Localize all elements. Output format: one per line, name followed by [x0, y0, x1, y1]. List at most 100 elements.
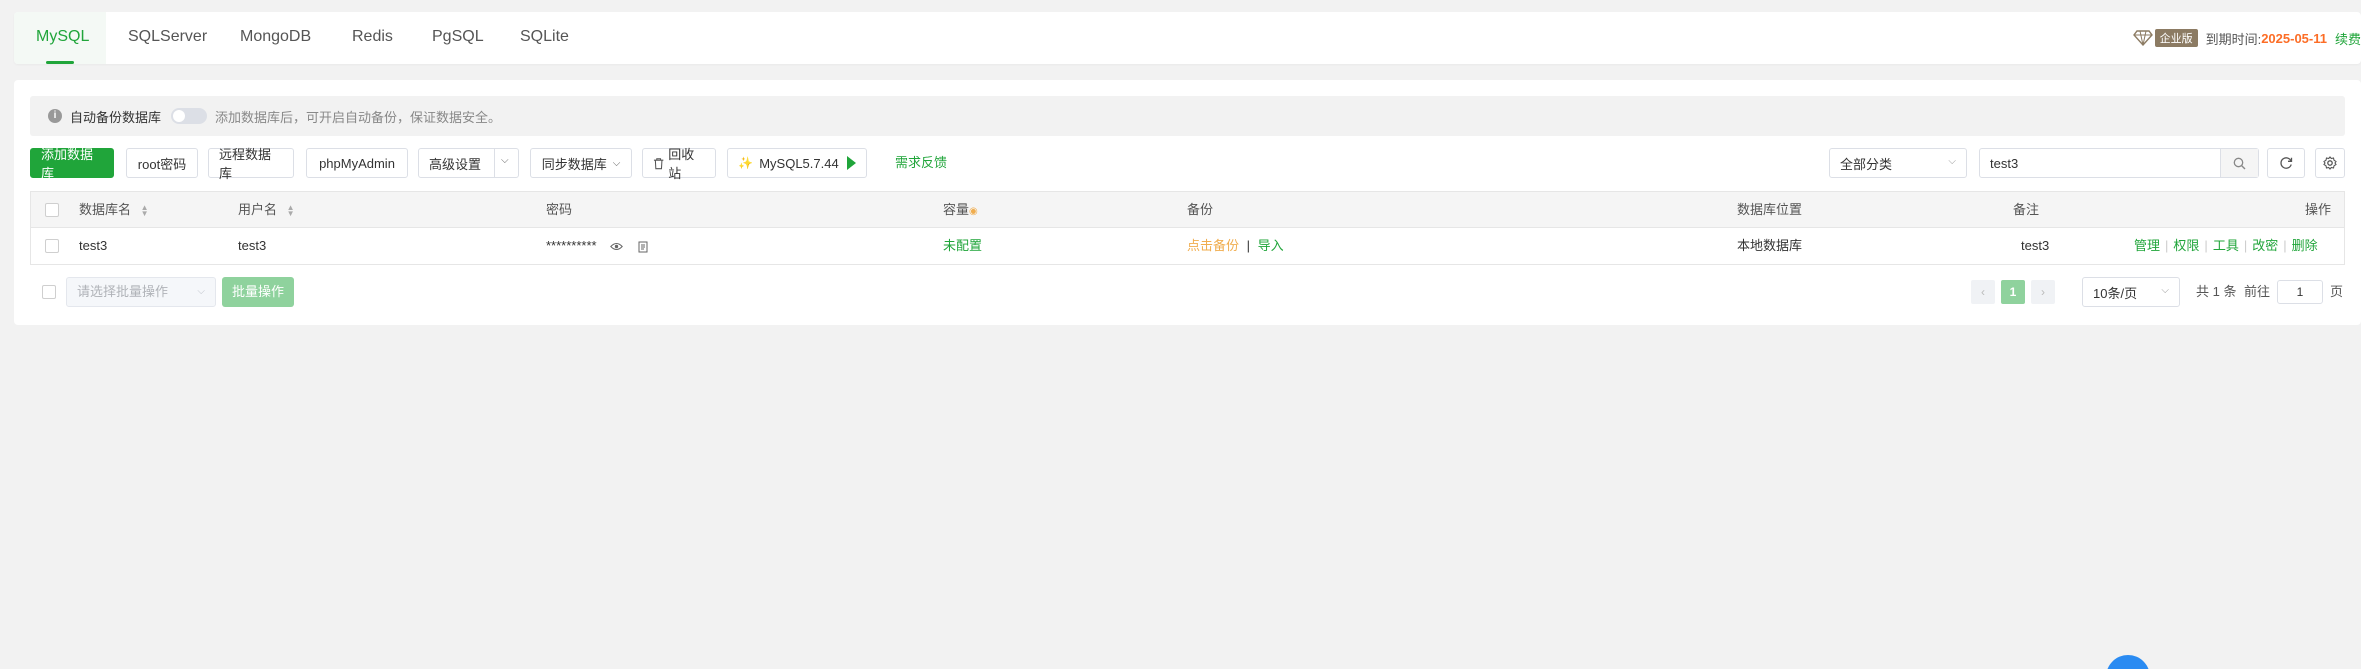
batch-operation-select[interactable]: 请选择批量操作 ⌵	[66, 277, 216, 307]
page-unit: 页	[2330, 284, 2344, 299]
feedback-link[interactable]: 需求反馈	[895, 148, 947, 178]
header-user[interactable]: 用户名 ▲ ▼	[238, 192, 295, 228]
manage-link[interactable]: 管理	[2134, 238, 2160, 253]
row-checkbox[interactable]	[45, 239, 59, 253]
eye-icon[interactable]: ◉	[969, 206, 978, 217]
phpmyadmin-button[interactable]: phpMyAdmin	[306, 148, 408, 178]
db-password-cell: **********	[546, 228, 648, 264]
header-note: 备注	[2013, 202, 2040, 217]
tab-label: SQLServer	[128, 28, 208, 45]
mysql-version-button[interactable]: ✨ MySQL5.7.44	[727, 148, 867, 178]
trash-icon	[653, 157, 664, 169]
permission-link[interactable]: 权限	[2173, 238, 2199, 253]
root-password-button[interactable]: root密码	[126, 148, 198, 178]
row-actions: 管理 | 权限 | 工具 | 改密 | 删除	[2134, 228, 2318, 264]
advanced-settings-label: 高级设置	[429, 156, 482, 172]
db-location: 本地数据库	[1737, 238, 1803, 253]
capacity-not-configured[interactable]: 未配置	[943, 228, 982, 264]
action-divider: |	[2204, 238, 2208, 253]
chevron-down-icon: ⌵	[197, 286, 205, 297]
renew-link[interactable]: 续费	[2335, 29, 2361, 48]
header-capacity: 容量◉	[943, 192, 978, 228]
import-link[interactable]: 导入	[1258, 238, 1284, 253]
db-user: test3	[238, 238, 267, 253]
refresh-icon	[2280, 157, 2293, 169]
backup-cell: 点击备份 | 导入	[1187, 228, 1284, 264]
search-button[interactable]	[2220, 149, 2258, 177]
next-page-button[interactable]: ›	[2031, 280, 2055, 304]
table-row: test3 test3 ********** 未配置 点击备份 | 导入 本地数…	[31, 228, 2344, 264]
header-user-label: 用户名	[238, 202, 278, 217]
expire-date: 2025-05-11	[2261, 30, 2327, 46]
refresh-button[interactable]	[2267, 148, 2305, 178]
backup-link[interactable]: 点击备份	[1187, 238, 1239, 253]
delete-link[interactable]: 删除	[2292, 238, 2318, 253]
select-all-checkbox[interactable]	[45, 203, 59, 217]
tab-label: PgSQL	[432, 28, 484, 45]
action-divider: |	[2165, 238, 2169, 253]
auto-backup-toggle[interactable]	[171, 108, 208, 124]
tab-mysql[interactable]: MySQL	[14, 12, 106, 64]
goto-label: 前往	[2244, 284, 2271, 299]
tab-pgsql[interactable]: PgSQL	[410, 12, 506, 64]
chevron-down-icon[interactable]: ⌵	[501, 155, 509, 166]
floating-help-button[interactable]	[2106, 655, 2150, 669]
goto-page-input[interactable]: 1	[2277, 280, 2323, 304]
sort-icon: ▲ ▼	[286, 202, 295, 218]
action-divider: |	[2243, 238, 2248, 253]
header-name[interactable]: 数据库名 ▲ ▼	[79, 192, 149, 228]
footer-select-all-checkbox[interactable]	[42, 285, 56, 299]
remote-database-button[interactable]: 远程数据库	[208, 147, 294, 181]
add-database-button[interactable]: 添加数据库	[30, 147, 114, 181]
tab-sqlite[interactable]: SQLite	[498, 12, 591, 64]
header-name-label: 数据库名	[79, 202, 132, 217]
eye-icon[interactable]	[610, 242, 624, 251]
tab-redis[interactable]: Redis	[330, 12, 415, 64]
batch-operation-placeholder: 请选择批量操作	[77, 284, 169, 299]
header-actions: 操作	[2305, 202, 2332, 217]
info-icon: i	[48, 109, 62, 123]
change-password-link[interactable]: 改密	[2252, 238, 2278, 253]
database-panel: i 自动备份数据库 添加数据库后，可开启自动备份，保证数据安全。 添加数据库 r…	[14, 80, 2361, 325]
gear-icon	[2323, 156, 2337, 170]
database-table: 数据库名 ▲ ▼ 用户名 ▲ ▼ 密码 容量◉ 备份 数据库位置 备注 操作 tes…	[30, 191, 2345, 265]
search-input[interactable]	[1980, 149, 2210, 177]
copy-icon[interactable]	[637, 241, 648, 253]
auto-backup-tip: 添加数据库后，可开启自动备份，保证数据安全。	[215, 109, 502, 125]
toolbar: 添加数据库 root密码 远程数据库 phpMyAdmin 高级设置 ⌵ 同步数…	[30, 147, 2345, 181]
action-divider: |	[2283, 238, 2287, 253]
table-footer: 请选择批量操作 ⌵ 批量操作 ‹ 1 › 10条/页 ⌵ 共 1 条 前往 1 …	[30, 277, 2345, 307]
tab-sqlserver[interactable]: SQLServer	[106, 12, 229, 64]
total-count: 共 1 条	[2196, 284, 2237, 299]
header-password: 密码	[546, 202, 573, 217]
settings-button[interactable]	[2315, 148, 2345, 178]
db-note[interactable]: test3	[2021, 228, 2049, 264]
batch-operation-button[interactable]: 批量操作	[222, 277, 294, 307]
page-size-select[interactable]: 10条/页 ⌵	[2082, 277, 2180, 307]
play-icon	[846, 156, 856, 170]
tab-label: Redis	[352, 28, 393, 45]
sync-database-label: 同步数据库	[541, 156, 607, 172]
prev-page-button[interactable]: ‹	[1971, 280, 1995, 304]
auto-backup-notice: i 自动备份数据库 添加数据库后，可开启自动备份，保证数据安全。	[30, 96, 2345, 136]
sync-database-button[interactable]: 同步数据库 ⌵	[530, 148, 632, 178]
search-box	[1979, 148, 2259, 178]
recycle-bin-button[interactable]: 回收站	[642, 147, 716, 181]
page-1-button[interactable]: 1	[2001, 280, 2025, 304]
split-divider	[494, 148, 495, 178]
tab-label: SQLite	[520, 28, 569, 45]
header-location: 数据库位置	[1737, 202, 1803, 217]
db-name[interactable]: test3	[79, 228, 107, 264]
diamond-icon	[2132, 30, 2153, 46]
recycle-bin-label: 回收站	[668, 147, 695, 181]
header-backup: 备份	[1187, 202, 1214, 217]
tools-link[interactable]: 工具	[2213, 238, 2239, 253]
table-header: 数据库名 ▲ ▼ 用户名 ▲ ▼ 密码 容量◉ 备份 数据库位置 备注 操作	[31, 192, 2344, 228]
tab-mongodb[interactable]: MongoDB	[218, 12, 333, 64]
mysql-version-label: MySQL5.7.44	[759, 155, 839, 171]
tab-label: MongoDB	[240, 28, 312, 45]
category-select[interactable]: 全部分类 ⌵	[1829, 148, 1967, 178]
header-capacity-label: 容量	[943, 202, 970, 217]
chevron-down-icon: ⌵	[1948, 156, 1956, 167]
backup-separator: |	[1246, 238, 1251, 253]
